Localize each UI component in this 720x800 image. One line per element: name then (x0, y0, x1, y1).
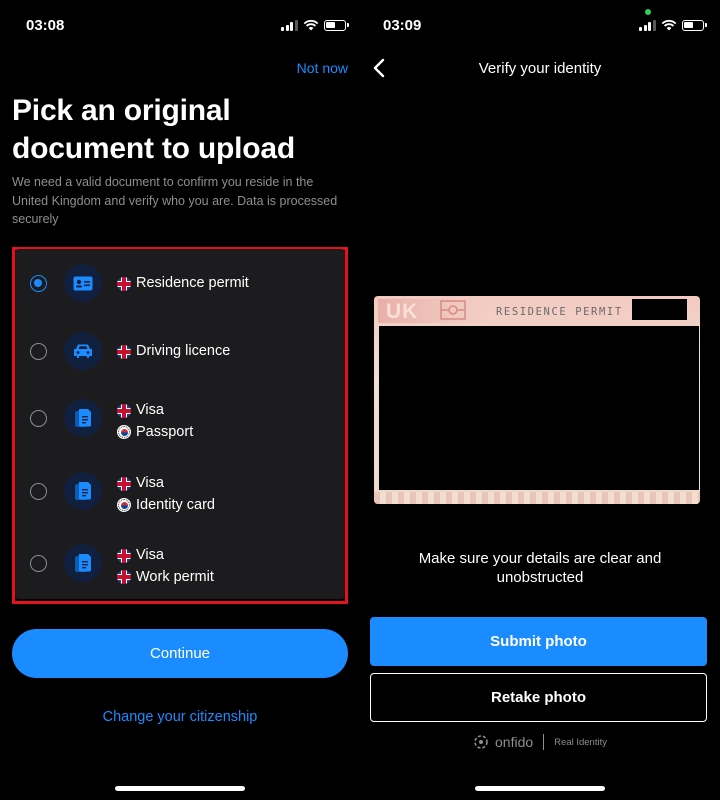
south-korea-flag-icon (117, 425, 131, 440)
signal-icon (639, 19, 656, 31)
radio-unselected[interactable] (30, 343, 47, 360)
radio-unselected[interactable] (30, 555, 47, 572)
change-citizenship-link[interactable]: Change your citizenship (0, 709, 360, 725)
status-icons (281, 19, 349, 31)
uk-flag-icon (117, 276, 131, 291)
brand-tagline: Real Identity (554, 736, 607, 748)
document-list: Residence permit Driving licence Visa Pa… (15, 249, 345, 599)
retake-photo-button[interactable]: Retake photo (370, 673, 707, 722)
radio-selected[interactable] (30, 275, 47, 292)
card-emblem-icon (440, 300, 466, 320)
battery-icon (323, 19, 349, 31)
instruction-text: Make sure your details are clear and uno… (418, 550, 662, 586)
status-time: 03:08 (26, 17, 65, 34)
status-icons (639, 19, 707, 31)
brand-name: onfido (495, 734, 534, 750)
radio-unselected[interactable] (30, 483, 47, 500)
privacy-indicator-dot (645, 9, 651, 15)
document-option-driving-licence[interactable]: Driving licence (15, 317, 345, 389)
document-labels: Visa Work permit (117, 545, 214, 588)
document-stack-icon (64, 472, 102, 510)
card-type-label: RESIDENCE PERMIT (496, 306, 623, 318)
document-stack-icon (64, 544, 102, 582)
continue-button[interactable]: Continue (12, 629, 348, 678)
uk-flag-icon (117, 476, 131, 491)
document-stack-icon (64, 399, 102, 437)
car-icon (64, 332, 102, 370)
wifi-icon (303, 19, 318, 31)
nav-title: Verify your identity (478, 60, 602, 77)
submit-photo-button[interactable]: Submit photo (370, 617, 707, 666)
home-indicator[interactable] (115, 786, 245, 791)
not-now-link[interactable]: Not now (297, 60, 348, 76)
redacted-area (379, 326, 699, 490)
document-label: Visa (136, 547, 164, 563)
id-card-icon (64, 264, 102, 302)
document-labels: Residence permit (117, 273, 249, 295)
south-korea-flag-icon (117, 498, 131, 513)
document-labels: Visa Passport (117, 400, 193, 443)
radio-unselected[interactable] (30, 410, 47, 427)
document-label: Work permit (136, 568, 214, 585)
onfido-logo-icon (474, 735, 488, 749)
uk-flag-icon (117, 403, 131, 418)
uk-flag-icon (117, 548, 131, 563)
document-labels: Driving licence (117, 341, 230, 363)
left-screen: 03:08 Not now Pick an original document … (0, 0, 360, 800)
home-indicator[interactable] (475, 786, 605, 791)
document-label: Identity card (136, 496, 215, 513)
battery-icon (681, 19, 707, 31)
document-label: Driving licence (136, 343, 231, 359)
page-subtitle: We need a valid document to confirm you … (12, 175, 338, 226)
card-country-text: UK (386, 300, 419, 323)
document-option-visa-passport[interactable]: Visa Passport (15, 389, 345, 461)
status-time: 03:09 (383, 17, 422, 34)
signal-icon (281, 19, 298, 31)
document-label: Passport (136, 423, 194, 440)
uk-flag-icon (117, 344, 131, 359)
brand-divider (543, 734, 545, 750)
card-security-pattern (374, 492, 700, 504)
document-option-visa-identity-card[interactable]: Visa Identity card (15, 462, 345, 534)
document-labels: Visa Identity card (117, 473, 215, 516)
document-option-visa-work-permit[interactable]: Visa Work permit (15, 534, 345, 606)
right-screen: 03:09 Verify your identity UK RESIDENCE … (360, 0, 720, 800)
page-title: Pick an original document to upload (12, 94, 296, 165)
document-label: Residence permit (136, 275, 249, 291)
uk-flag-icon (117, 570, 131, 585)
document-photo-preview: UK RESIDENCE PERMIT (374, 296, 700, 504)
footer-branding: onfido Real Identity (360, 734, 720, 750)
document-label: Visa (136, 402, 164, 418)
document-label: Visa (136, 475, 164, 491)
wifi-icon (661, 19, 676, 31)
redacted-area (632, 299, 687, 320)
document-option-residence-permit[interactable]: Residence permit (15, 249, 345, 321)
